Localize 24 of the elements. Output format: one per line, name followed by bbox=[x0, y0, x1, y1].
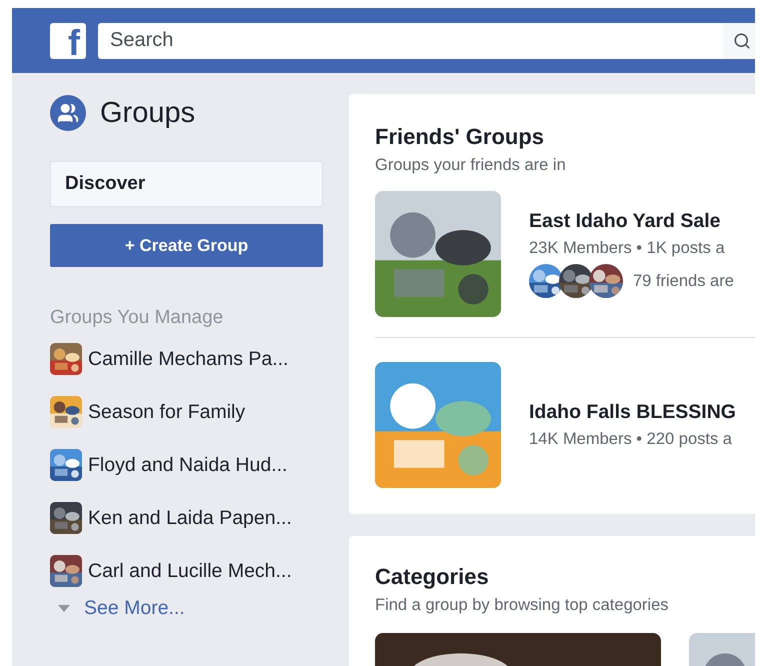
group-link[interactable]: Season for Family bbox=[88, 400, 246, 424]
card-subtitle: Groups your friends are in bbox=[375, 156, 567, 175]
group-link[interactable]: Ken and Laida Papen... bbox=[88, 506, 292, 530]
group-name[interactable]: East Idaho Yard Sale bbox=[529, 210, 734, 233]
see-more-link[interactable]: See More... bbox=[84, 597, 185, 620]
group-link[interactable]: Camille Mechams Pa... bbox=[88, 348, 288, 370]
search-icon bbox=[733, 32, 751, 50]
section-title: Groups You Manage bbox=[50, 307, 224, 329]
group-name[interactable]: Idaho Falls BLESSING bbox=[529, 401, 736, 424]
card-subtitle: Find a group by browsing top categories bbox=[375, 596, 670, 615]
groups-icon bbox=[50, 95, 86, 131]
logo[interactable]: f bbox=[50, 22, 86, 58]
card-title: Friends' Groups bbox=[375, 124, 546, 150]
friends-count: 79 friends are bbox=[633, 272, 734, 290]
search-field[interactable]: Search bbox=[98, 22, 723, 58]
group-link[interactable]: Carl and Lucille Mech... bbox=[88, 560, 292, 582]
card-title: Categories bbox=[375, 564, 490, 590]
page-title: Groups bbox=[100, 96, 196, 130]
discover-tab[interactable]: Discover bbox=[50, 161, 323, 207]
group-stats: 23K Members • 1K posts a bbox=[529, 239, 726, 258]
group-stats: 14K Members • 220 posts a bbox=[529, 430, 733, 449]
group-link[interactable]: Floyd and Naida Hud... bbox=[88, 454, 288, 476]
create-group-button[interactable]: + Create Group bbox=[50, 224, 323, 267]
caret-icon bbox=[58, 605, 70, 612]
